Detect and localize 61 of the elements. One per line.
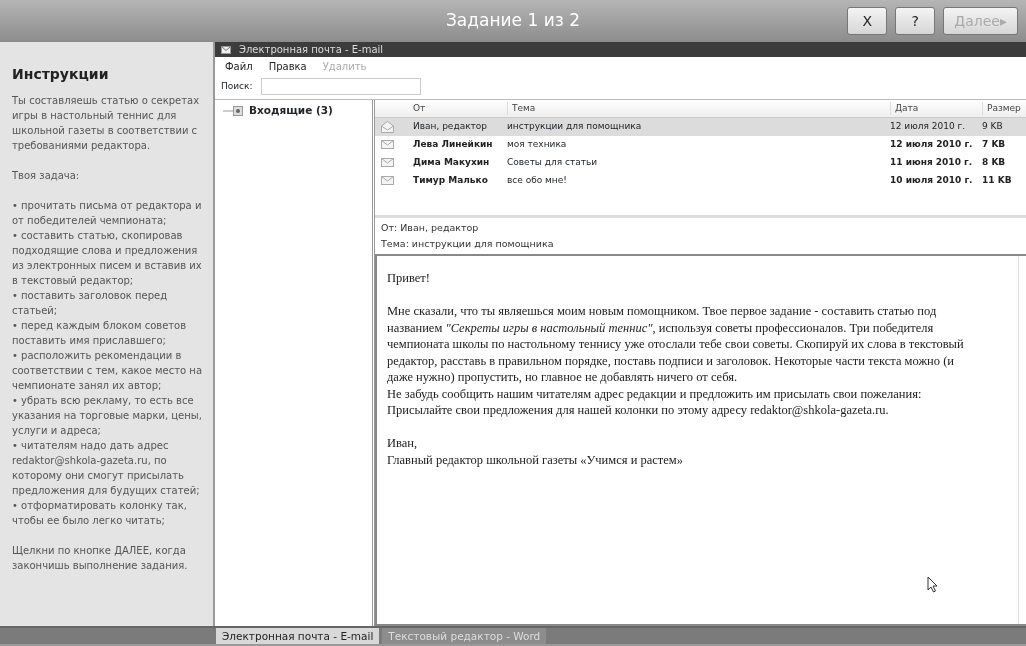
instruction-text: • читателям надо дать адрес redaktor@shkola-gazeta.ru, по которому они смогут присылать предложения для будущих статей; [12,438,201,498]
instructions-heading: Инструкции [12,66,110,83]
instruction-text: Ты составляешь статью о секретах игры в настольный теннис для школьной газеты в соответствии с требованиями редактора. [12,93,201,153]
message-cell-text: 12 июля 2010 г. [890,120,967,134]
column-header[interactable]: Дата [890,101,982,116]
toolbar-button[interactable]: X [847,7,888,35]
taskbar-tab[interactable]: Электронная почта - E-mail [216,628,380,644]
preview-header-text: Тема: инструкции для помощника [381,237,555,251]
message-cell-text: 11 KB [982,174,1013,188]
instruction-text: • перед каждым блоком советов поставить имя приславшего; [12,318,188,348]
instruction-text: Щелкни по кнопке ДАЛЕЕ, когда закончишь выполнение задания. [12,543,189,573]
column-header[interactable]: Тема [507,101,890,116]
instruction-text: • поставить заголовок перед статьей; [12,288,169,318]
column-header[interactable]: От [409,101,507,116]
tree-expander-icon[interactable] [223,105,245,116]
message-row[interactable]: Лева Линейкин моя техника 12 июля 2010 г. 7 KB [375,136,1026,154]
message-cell-text: 11 июня 2010 г. [890,156,974,170]
envelope-icon [221,45,231,54]
message-row[interactable]: Тимур Малько все обо мне! 10 июля 2010 г. 11 KB [375,172,1026,190]
message-cell-text: 8 KB [982,156,1007,170]
message-row[interactable]: Дима Макухин Советы для статьи 11 июня 2010 г. 8 KB [375,154,1026,172]
preview-header-text: От: Иван, редактор [381,221,480,235]
email-body-text: Привет! [387,270,431,287]
envelope-icon [381,158,394,168]
instruction-text: • расположить рекомендации в соответствии с тем, какое место на чемпионате занял их автор; [12,348,203,393]
instruction-text: Твоя задача: [12,168,81,183]
toolbar-button[interactable]: ? [895,7,936,35]
message-cell-text: Советы для статьи [507,156,599,170]
message-cell-text: 9 KB [982,120,1004,134]
mouse-cursor-icon [927,576,938,593]
column-header[interactable]: Размер [982,101,1026,116]
message-cell-text: моя техника [507,138,568,152]
message-cell-text: 12 июля 2010 г. [890,138,974,152]
email-body-text: Мне сказали, что ты являешься моим новым помощником. Твое первое задание - составить статью под названием "Секреты игры в настольный теннис", используя советы профессионалов. Три победителя чемпионата школы по настольному теннису уже отослали тебе свои советы. Скопируй их слова в текстовый редактор, расставь в правильном порядке, поставь подписи и заголовок. Некоторые части текста можно (и даже нужно) пропустить, но главное не добавлять ничего от себя. [387,303,965,386]
email-body-text: Присылайте свои предложения для нашей колонки по этому адресу redaktor@shkola-gazeta.ru. [387,402,890,419]
message-cell-text: инструкции для помощника [507,120,643,134]
menu-item[interactable]: Файл [225,59,253,74]
menu-item[interactable]: Правка [268,59,307,74]
instruction-text: • убрать всю рекламу, то есть все указания на торговые марки, цены, услуги и адреса; [12,393,203,438]
search-field[interactable] [260,78,421,95]
envelope-icon [381,140,394,150]
message-cell-text: 10 июля 2010 г. [890,174,974,188]
instruction-text: • отформатировать колонку так, чтобы ее было легко читать; [12,498,188,528]
folder-item[interactable]: Входящие (3) [249,103,333,119]
window-title: Электронная почта - E-mail [239,43,384,57]
email-body-text: Иван, [387,435,419,452]
message-cell-text: все обо мне! [507,174,568,188]
email-body-text: Не забудь сообщить нашим читателям адрес редакции и предложить им присылать свои пожелания: [387,385,923,402]
instruction-text: • составить статью, скопировав подходящие слова и предложения из электронных писем и вставив их в текстовый редактор; [12,228,203,288]
open-envelope-icon [381,120,394,133]
task-title: Задание 1 из 2 [445,9,580,33]
envelope-icon [381,176,394,186]
message-cell-text: Лева Линейкин [412,138,494,152]
search-label: Поиск: [221,79,253,93]
email-body-text: Главный редактор школьной газеты «Учимся и растем» [387,451,684,468]
message-cell-text: Иван, редактор [412,120,489,134]
message-row[interactable]: Иван, редактор инструкции для помощника 12 июля 2010 г. 9 KB [375,118,1026,136]
message-cell-text: Тимур Малько [412,174,489,188]
message-cell-text: Дима Макухин [412,156,491,170]
instruction-text: • прочитать письма от редактора и от победителей чемпионата; [12,198,203,228]
message-cell-text: 7 KB [982,138,1007,152]
